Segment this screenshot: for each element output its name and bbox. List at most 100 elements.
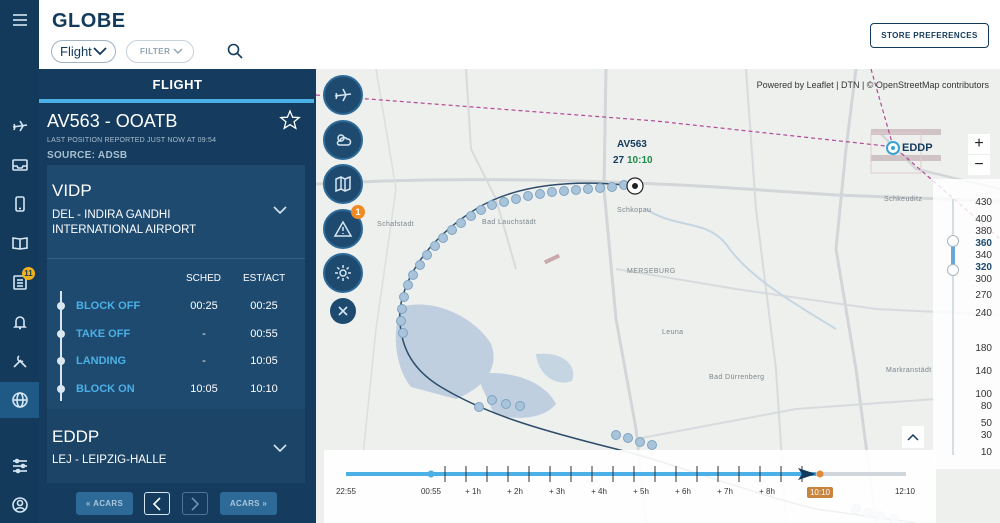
tab-indicator: [39, 99, 314, 103]
destination-code: EDDP: [52, 427, 100, 446]
view-select-value: Flight: [60, 44, 92, 59]
close-panel-button[interactable]: [330, 298, 356, 324]
timeline-label: + 4h: [591, 487, 607, 496]
store-preferences-button[interactable]: STORE PREFERENCES: [870, 23, 989, 48]
town-label: Schafstadt: [377, 221, 415, 228]
event-block-on: BLOCK ON: [76, 383, 135, 395]
block-off-est: 00:25: [250, 300, 278, 312]
timeline-label: + 8h: [759, 487, 775, 496]
rail-item-library[interactable]: [0, 225, 39, 261]
altitude-label: 10: [980, 447, 992, 458]
timeline-label: + 3h: [549, 487, 565, 496]
chevron-down-icon: [173, 48, 183, 54]
rail-item-flights[interactable]: [0, 108, 39, 144]
timeline[interactable]: 22:55 00:55 + 1h + 2h + 3h + 4h + 5h + 6…: [324, 450, 936, 523]
town-label: Leuna: [662, 329, 684, 336]
next-button[interactable]: [182, 492, 208, 515]
alerts-count-badge: 1: [351, 205, 365, 219]
prev-button[interactable]: [144, 492, 170, 515]
map[interactable]: Powered by Leaflet | DTN | © OpenStreetM…: [316, 69, 1000, 523]
origin-card: VIDP DEL - INDIRA GANDHI INTERNATIONAL A…: [47, 165, 305, 409]
menu-button[interactable]: [0, 2, 39, 38]
block-on-est: 10:10: [250, 383, 278, 395]
tablet-icon: [14, 196, 25, 212]
altitude-upper-handle[interactable]: [947, 235, 959, 247]
inbox-icon: [11, 159, 28, 171]
acars-next-button[interactable]: ACARS »: [220, 492, 277, 515]
nav-rail: 11: [0, 0, 39, 523]
chevron-left-icon: [152, 496, 161, 511]
alerts-button[interactable]: 1: [323, 205, 365, 249]
destination-name: LEJ - LEIPZIG-HALLE: [52, 454, 167, 466]
timeline-collapse-button[interactable]: [902, 426, 924, 448]
acars-next-label: ACARS: [229, 499, 260, 508]
event-landing: LANDING: [76, 355, 127, 367]
altitude-label: 180: [975, 343, 992, 354]
header-est: EST/ACT: [243, 273, 286, 284]
bell-icon: [12, 316, 27, 330]
altitude-label-selected: 320: [975, 262, 992, 273]
altitude-filter[interactable]: 430 400 380 360 340 320 300 270 240 180 …: [933, 179, 1000, 469]
rail-item-globe[interactable]: [0, 382, 39, 418]
altitude-label: 400: [975, 214, 992, 225]
altitude-label: 340: [975, 250, 992, 261]
origin-code: VIDP: [52, 181, 92, 200]
favorite-star-icon[interactable]: [279, 109, 301, 131]
rail-item-notifications[interactable]: [0, 304, 39, 340]
rail-item-inbox[interactable]: [0, 147, 39, 183]
origin-expand-chevron-icon[interactable]: [273, 205, 287, 215]
flights-layer-button[interactable]: [323, 75, 363, 115]
timeline-label: + 7h: [717, 487, 733, 496]
filter-button[interactable]: FILTER: [126, 40, 194, 63]
town-label: Bad Lauchstädt: [482, 219, 537, 226]
rail-item-tasks[interactable]: 11: [0, 264, 39, 300]
block-on-sched: 10:05: [190, 383, 218, 395]
altitude-lower-handle[interactable]: [947, 264, 959, 276]
landing-est: 10:05: [250, 355, 278, 367]
altitude-label: 240: [975, 308, 992, 319]
town-label: Bad Dürrenberg: [709, 374, 765, 381]
town-label: MERSEBURG: [627, 268, 676, 275]
map-settings-button[interactable]: [323, 253, 363, 293]
flight-id: AV563 - OOATB: [47, 111, 178, 131]
rail-item-tools[interactable]: [0, 343, 39, 379]
close-icon: [338, 306, 348, 316]
globe-icon: [11, 392, 28, 408]
take-off-sched: -: [202, 328, 206, 340]
map-layer-button[interactable]: [323, 164, 363, 204]
aircraft-label: AV563: [617, 139, 647, 150]
weather-layer-button[interactable]: [323, 120, 363, 160]
search-icon[interactable]: [227, 43, 243, 59]
timeline-label: + 6h: [675, 487, 691, 496]
aircraft-time: 10:10: [627, 155, 653, 166]
destination-card: EDDP LEJ - LEIPZIG-HALLE: [47, 409, 305, 483]
timeline-label: 00:55: [420, 487, 442, 496]
source-text: SOURCE: ADSB: [47, 150, 128, 161]
zoom-in-button[interactable]: +: [968, 134, 990, 154]
town-label: Schkopau: [617, 207, 652, 214]
view-select[interactable]: Flight: [51, 40, 116, 63]
filter-label: FILTER: [140, 47, 171, 56]
rail-item-tablet[interactable]: [0, 186, 39, 222]
tab-flight[interactable]: FLIGHT: [39, 69, 316, 99]
block-off-sched: 00:25: [190, 300, 218, 312]
take-off-est: 00:55: [250, 328, 278, 340]
weather-icon: [336, 134, 352, 146]
altitude-label: 140: [975, 366, 992, 377]
altitude-label: 80: [980, 401, 992, 412]
altitude-label: 380: [975, 226, 992, 237]
altitude-label: 300: [975, 274, 992, 285]
zoom-out-button[interactable]: −: [968, 155, 990, 175]
altitude-label: 100: [975, 389, 992, 400]
aircraft-altitude: 27: [613, 155, 625, 166]
chevron-down-icon: [93, 47, 107, 56]
destination-expand-chevron-icon[interactable]: [273, 443, 287, 453]
map-icon: [335, 175, 351, 193]
event-dot: [57, 385, 65, 393]
altitude-label: 30: [980, 430, 992, 441]
rail-item-settings[interactable]: [0, 448, 39, 484]
acars-prev-button[interactable]: « ACARS: [76, 492, 133, 515]
gear-icon: [335, 265, 351, 281]
timeline-label: 12:10: [894, 487, 916, 496]
rail-item-profile[interactable]: [0, 487, 39, 523]
